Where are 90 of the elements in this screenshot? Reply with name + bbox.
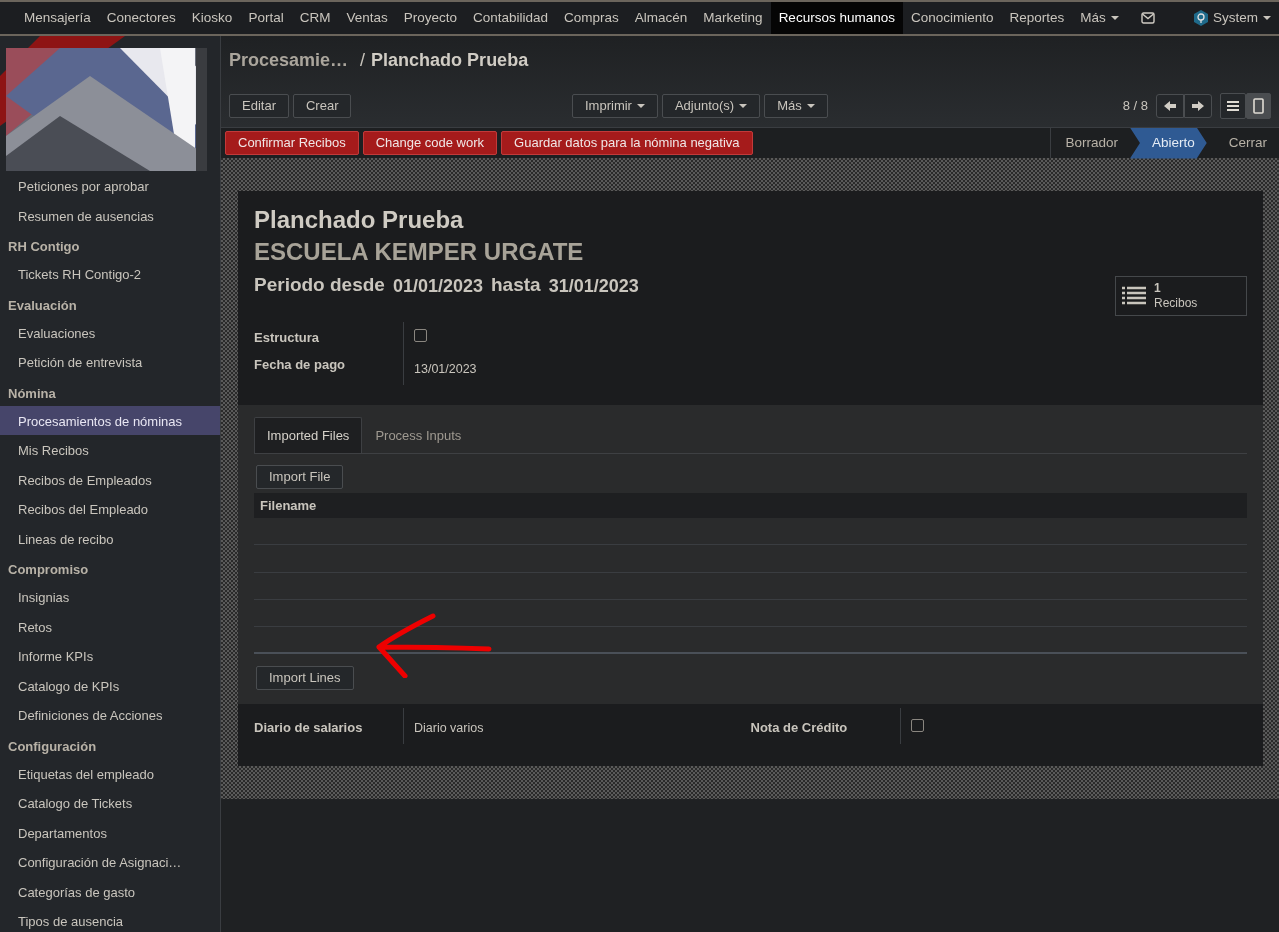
- date-value: 01/01/2023: [392, 274, 483, 298]
- breadcrumb-separator: /: [360, 48, 366, 72]
- form-view-icon: [1253, 98, 1264, 115]
- sidebar-item[interactable]: Tickets RH Contigo-2: [0, 259, 220, 289]
- sidebar-heading: Compromiso: [7, 561, 90, 579]
- sidebar-item[interactable]: Departamentos: [0, 817, 220, 847]
- status-step[interactable]: Abierto: [1129, 127, 1207, 159]
- view-switch-button[interactable]: [1246, 92, 1271, 119]
- sidebar-item[interactable]: Resumen de ausencias: [0, 200, 220, 230]
- sidebar-item[interactable]: Catalogo de KPIs: [0, 670, 220, 700]
- sidebar-item[interactable]: Insignias: [0, 582, 220, 612]
- sidebar-item[interactable]: Evaluaciones: [0, 317, 220, 347]
- period-label: Periodo desde: [254, 273, 385, 297]
- field-label: Fecha de pago: [254, 351, 404, 385]
- toolbar-button[interactable]: Crear: [292, 93, 352, 118]
- date-value: 31/01/2023: [548, 274, 639, 298]
- sidebar-item[interactable]: Recibos de Empleados: [0, 464, 220, 494]
- menu-item[interactable]: Proyecto: [395, 2, 465, 34]
- list-icon: [1227, 101, 1239, 112]
- action-button[interactable]: Change code work: [362, 131, 498, 155]
- action-button[interactable]: Guardar datos para la nómina negativa: [501, 131, 753, 155]
- sidebar-item[interactable]: Configuración de Asignaci…: [0, 847, 220, 877]
- field-label: Diario de salarios: [254, 708, 404, 744]
- sidebar-item[interactable]: Tipos de ausencia: [0, 906, 220, 932]
- dropdown-button[interactable]: Imprimir: [572, 93, 658, 118]
- status-step[interactable]: Borrador: [1051, 127, 1130, 159]
- tab[interactable]: Process Inputs: [362, 416, 475, 454]
- checkbox[interactable]: [414, 328, 427, 342]
- form-title: Planchado Prueba: [254, 205, 465, 235]
- smart-button-count: 1: [1154, 280, 1162, 296]
- import-file-button[interactable]: Import File: [256, 465, 344, 490]
- period-label: hasta: [491, 273, 541, 297]
- next-button[interactable]: [1184, 93, 1212, 118]
- column-header: Filename: [260, 497, 317, 515]
- pager-counter: 8 / 8: [1122, 96, 1148, 115]
- field-label: Nota de Crédito: [750, 708, 901, 744]
- menu-item[interactable]: CRM: [291, 2, 339, 34]
- smart-button-label: Recibos: [1154, 295, 1198, 311]
- action-button[interactable]: Confirmar Recibos: [225, 131, 359, 155]
- menu-item[interactable]: Portal: [240, 2, 292, 34]
- dropdown-button[interactable]: Adjunto(s): [661, 93, 761, 118]
- menu-item[interactable]: Reportes: [1001, 2, 1073, 34]
- sidebar-item[interactable]: Procesamientos de nóminas: [0, 405, 220, 435]
- right-arrow-icon: [1191, 100, 1205, 113]
- dropdown-button[interactable]: Más: [764, 93, 828, 118]
- sidebar-item[interactable]: Categorías de gasto: [0, 876, 220, 906]
- menu-item[interactable]: Recursos humanos: [770, 2, 903, 34]
- sidebar-item[interactable]: Etiquetas del empleado: [0, 758, 220, 788]
- field-value: Diario varios: [414, 721, 484, 736]
- sidebar-item[interactable]: Peticiones por aprobar: [0, 171, 220, 201]
- sidebar-heading: Evaluación: [7, 296, 78, 315]
- sidebar-item[interactable]: Petición de entrevista: [0, 347, 220, 377]
- menu-item[interactable]: Ventas: [338, 2, 396, 34]
- sidebar-heading: RH Contigo: [7, 238, 81, 256]
- import-lines-button[interactable]: Import Lines: [256, 666, 354, 691]
- field-value: 13/01/2023: [414, 362, 477, 376]
- sidebar-heading: Configuración: [7, 737, 98, 756]
- menu-item[interactable]: Conectores: [98, 2, 184, 34]
- form-subtitle: ESCUELA KEMPER URGATE: [254, 237, 585, 267]
- list-icon: [1122, 285, 1146, 306]
- status-step[interactable]: Cerrar: [1206, 127, 1279, 159]
- view-switch-button[interactable]: [1220, 92, 1246, 119]
- sidebar-item[interactable]: Informe KPIs: [0, 641, 220, 671]
- sidebar-item[interactable]: Retos: [0, 611, 220, 641]
- sidebar-item[interactable]: Catalogo de Tickets: [0, 788, 220, 818]
- more-menu[interactable]: Más: [1072, 2, 1127, 34]
- menu-item[interactable]: Contabilidad: [465, 2, 557, 34]
- menu-item[interactable]: Kiosko: [183, 2, 241, 34]
- sidebar-heading: Nómina: [7, 384, 57, 403]
- user-menu[interactable]: System: [1209, 2, 1279, 34]
- checkbox[interactable]: [910, 719, 924, 733]
- menu-item[interactable]: Compras: [556, 2, 627, 34]
- breadcrumb-current: Planchado Prueba: [371, 48, 529, 72]
- sidebar-item[interactable]: Mis Recibos: [0, 435, 220, 465]
- breadcrumb-link[interactable]: Procesamie…: [229, 46, 349, 74]
- field-label: Estructura: [254, 321, 404, 351]
- mail-icon[interactable]: [1141, 12, 1155, 24]
- tab[interactable]: Imported Files: [254, 416, 363, 454]
- smart-button[interactable]: 1 Recibos: [1115, 275, 1247, 316]
- left-arrow-icon: [1163, 100, 1177, 113]
- sidebar-item[interactable]: Recibos del Empleado: [0, 494, 220, 524]
- menu-item[interactable]: Mensajería: [16, 2, 99, 34]
- sidebar-item[interactable]: Lineas de recibo: [0, 523, 220, 553]
- avatar-icon[interactable]: [1193, 10, 1209, 26]
- menu-item[interactable]: Marketing: [695, 2, 771, 34]
- menu-item[interactable]: Almacén: [626, 2, 696, 34]
- previous-button[interactable]: [1156, 93, 1184, 118]
- menu-item[interactable]: Conocimiento: [902, 2, 1002, 34]
- toolbar-button[interactable]: Editar: [229, 93, 289, 118]
- sidebar-item[interactable]: Definiciones de Acciones: [0, 700, 220, 730]
